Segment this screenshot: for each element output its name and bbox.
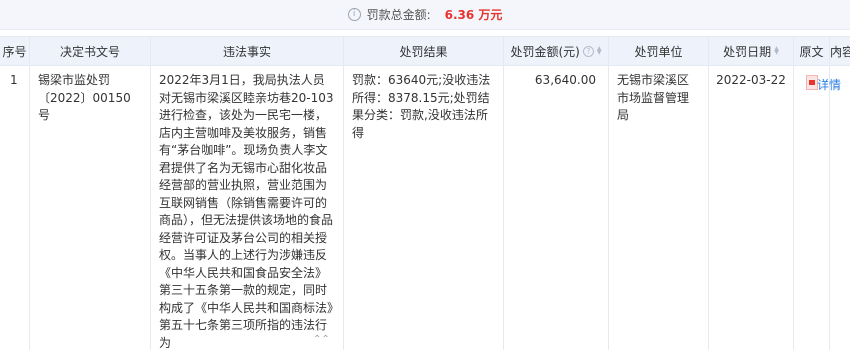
- fine-summary: i 罚款总金额: 6.36 万元: [347, 6, 503, 23]
- row-original[interactable]: [794, 66, 830, 350]
- col-header-original: 原文: [794, 37, 830, 65]
- sort-icon[interactable]: ▲ ▼: [774, 46, 779, 56]
- sort-icon[interactable]: ▲ ▼: [597, 46, 602, 56]
- col-header-unit: 处罚单位: [609, 37, 709, 65]
- help-icon[interactable]: ?: [582, 45, 594, 57]
- fine-summary-bar: i 罚款总金额: 6.36 万元: [0, 0, 850, 30]
- fine-summary-value: 6.36 万元: [444, 8, 503, 22]
- col-header-doc-no: 决定书文号: [30, 37, 151, 65]
- table-row[interactable]: 1 锡梁市监处罚〔2022〕00150号 2022年3月1日，我局执法人员对无锡…: [0, 66, 850, 350]
- col-header-index: 序号: [0, 37, 30, 65]
- col-header-result: 处罚结果: [344, 37, 504, 65]
- collapse-icon[interactable]: ⌃: [833, 47, 842, 60]
- expand-icon[interactable]: ⌃⌃: [313, 334, 330, 345]
- pdf-icon[interactable]: [805, 75, 818, 90]
- row-date: 2022-03-22: [709, 66, 794, 350]
- row-doc-no: 锡梁市监处罚〔2022〕00150号: [30, 66, 151, 350]
- row-index: 1: [0, 66, 30, 350]
- col-header-amount[interactable]: 处罚金额(元) ? ▲ ▼: [504, 37, 609, 65]
- row-facts: 2022年3月1日，我局执法人员对无锡市梁溪区睦亲坊巷20-103进行检查，该处…: [151, 66, 344, 350]
- col-header-facts: 违法事实: [151, 37, 344, 65]
- table-header: 序号 决定书文号 违法事实 处罚结果 处罚金额(元) ? ▲ ▼ 处罚单位 处罚日…: [0, 36, 850, 66]
- row-content: [830, 66, 850, 350]
- detail-link[interactable]: 详情: [817, 76, 841, 93]
- penalty-table: 序号 决定书文号 违法事实 处罚结果 处罚金额(元) ? ▲ ▼ 处罚单位 处罚日…: [0, 36, 850, 350]
- dot-icon: [319, 328, 321, 330]
- row-amount: 63,640.00: [504, 66, 609, 350]
- row-unit: 无锡市梁溪区市场监督管理局: [609, 66, 709, 350]
- fine-summary-label: 罚款总金额:: [366, 8, 431, 22]
- info-icon: i: [347, 8, 361, 21]
- row-result: 罚款：63640元;没收违法所得：8378.15元;处罚结果分类：罚款,没收违法…: [344, 66, 504, 350]
- col-header-date[interactable]: 处罚日期 ▲ ▼: [709, 37, 794, 65]
